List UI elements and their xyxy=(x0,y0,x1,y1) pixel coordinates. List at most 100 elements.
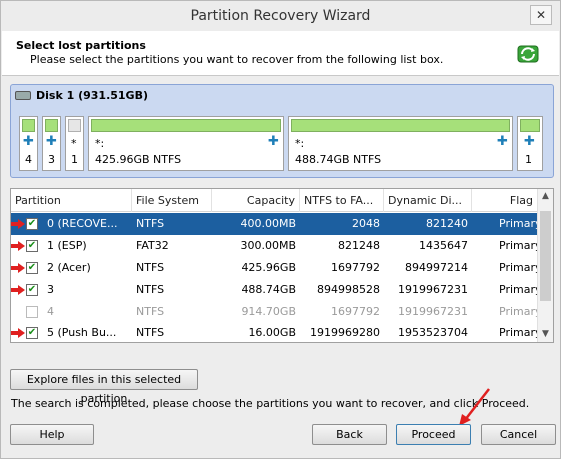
explore-files-button[interactable]: Explore files in this selected partition xyxy=(10,369,198,405)
usage-bar xyxy=(22,119,35,132)
cell-file-system: NTFS xyxy=(136,217,165,230)
partition-block-label: 4 xyxy=(25,153,32,166)
usage-bar xyxy=(91,119,281,132)
cell-ntfs-to-fat: 1697792 xyxy=(331,261,380,274)
cell-file-system: NTFS xyxy=(136,261,165,274)
cell-file-system: NTFS xyxy=(136,326,165,339)
column-header-capacity[interactable]: Capacity xyxy=(212,189,300,212)
row-checkbox[interactable]: ✔ xyxy=(26,262,38,274)
cell-flag: Primary xyxy=(499,305,538,318)
table-row[interactable]: ✔ 3 NTFS 488.74GB 894998528 1919967231 P… xyxy=(11,279,538,301)
red-annotation-arrow-icon xyxy=(459,388,490,426)
scroll-down-icon[interactable]: ▼ xyxy=(538,327,553,342)
recycle-arrows-icon xyxy=(517,45,539,63)
partition-block-label: 425.96GB NTFS xyxy=(95,153,182,166)
red-arrow-icon xyxy=(11,285,25,295)
cancel-button[interactable]: Cancel xyxy=(481,424,556,445)
back-button[interactable]: Back xyxy=(312,424,387,445)
cell-dynamic-disk: 821240 xyxy=(426,217,468,230)
scroll-up-icon[interactable]: ▲ xyxy=(538,189,553,204)
cell-file-system: FAT32 xyxy=(136,239,169,252)
cell-flag: Primary xyxy=(499,217,538,230)
header-heading: Select lost partitions xyxy=(16,39,146,52)
disk-partition-block[interactable]: ✚ 3 xyxy=(42,116,61,171)
row-checkbox[interactable]: ✔ xyxy=(26,240,38,252)
cell-ntfs-to-fat: 1697792 xyxy=(331,305,380,318)
plus-icon: ✚ xyxy=(23,134,34,149)
cell-ntfs-to-fat: 2048 xyxy=(352,217,380,230)
column-header-ntfs-to-fat[interactable]: NTFS to FA... xyxy=(300,189,384,212)
proceed-button[interactable]: Proceed xyxy=(396,424,471,445)
partition-block-star: *: xyxy=(95,137,105,150)
red-arrow-icon xyxy=(11,241,25,251)
row-checkbox[interactable]: ✔ xyxy=(26,284,38,296)
plus-icon: ✚ xyxy=(268,134,279,149)
cell-file-system: NTFS xyxy=(136,305,165,318)
status-message: The search is completed, please choose t… xyxy=(11,397,530,410)
cell-dynamic-disk: 1953523704 xyxy=(398,326,468,339)
help-button[interactable]: Help xyxy=(10,424,94,445)
plus-icon: ✚ xyxy=(497,134,508,149)
title-bar: Partition Recovery Wizard ✕ xyxy=(1,1,560,31)
window-title: Partition Recovery Wizard xyxy=(190,8,371,24)
disk-partition-block[interactable]: ✚ 4 xyxy=(19,116,38,171)
cell-dynamic-disk: 894997214 xyxy=(405,261,468,274)
disk-partition-block[interactable]: ✚ 1 xyxy=(517,116,543,171)
cell-capacity: 914.70GB xyxy=(241,305,296,318)
table-row[interactable]: ✔ 2 (Acer) NTFS 425.96GB 1697792 8949972… xyxy=(11,257,538,279)
vertical-scrollbar[interactable]: ▲ ▼ xyxy=(537,189,553,342)
cell-flag: Primary xyxy=(499,283,538,296)
usage-bar xyxy=(291,119,510,132)
table-header: Partition File System Capacity NTFS to F… xyxy=(11,189,538,212)
disk-title: Disk 1 (931.51GB) xyxy=(15,89,148,102)
disk-map-panel: Disk 1 (931.51GB) ✚ 4 ✚ 3 * 1 *: ✚ 425.9… xyxy=(10,84,554,178)
red-arrow-icon xyxy=(11,328,25,338)
cell-dynamic-disk: 1919967231 xyxy=(398,283,468,296)
cell-partition: 5 (Push Bu... xyxy=(47,326,117,339)
row-checkbox[interactable]: ✔ xyxy=(26,218,38,230)
cell-capacity: 16.00GB xyxy=(248,326,296,339)
partition-block-label: 3 xyxy=(48,153,55,166)
usage-bar xyxy=(45,119,58,132)
scroll-thumb[interactable] xyxy=(540,211,551,301)
column-header-flag[interactable]: Flag xyxy=(472,189,538,212)
cell-dynamic-disk: 1435647 xyxy=(419,239,468,252)
cell-capacity: 425.96GB xyxy=(241,261,296,274)
disk-title-label: Disk 1 (931.51GB) xyxy=(36,89,148,102)
disk-partition-block[interactable]: *: ✚ 425.96GB NTFS xyxy=(88,116,284,171)
usage-bar xyxy=(520,119,540,132)
partition-block-label: 1 xyxy=(71,153,78,166)
table-row[interactable]: ✔ 0 (RECOVE... NTFS 400.00MB 2048 821240… xyxy=(11,213,538,235)
cell-capacity: 488.74GB xyxy=(241,283,296,296)
table-row[interactable]: ✔ 1 (ESP) FAT32 300.00MB 821248 1435647 … xyxy=(11,235,538,257)
cell-partition: 0 (RECOVE... xyxy=(47,217,118,230)
partition-block-star: * xyxy=(71,137,77,150)
cell-flag: Primary xyxy=(499,326,538,339)
disk-partition-block[interactable]: *: ✚ 488.74GB NTFS xyxy=(288,116,513,171)
cell-flag: Primary xyxy=(499,239,538,252)
column-header-file-system[interactable]: File System xyxy=(132,189,212,212)
close-button[interactable]: ✕ xyxy=(530,5,552,25)
red-arrow-icon xyxy=(11,219,25,229)
cell-partition: 1 (ESP) xyxy=(47,239,87,252)
column-header-dynamic-disk[interactable]: Dynamic Di... xyxy=(384,189,472,212)
table-row[interactable]: ✔ 5 (Push Bu... NTFS 16.00GB 1919969280 … xyxy=(11,322,538,342)
cell-file-system: NTFS xyxy=(136,283,165,296)
cell-ntfs-to-fat: 821248 xyxy=(338,239,380,252)
cell-capacity: 300.00MB xyxy=(240,239,296,252)
cell-capacity: 400.00MB xyxy=(240,217,296,230)
header-instruction: Please select the partitions you want to… xyxy=(30,53,444,66)
cell-partition: 2 (Acer) xyxy=(47,261,91,274)
partition-block-label: 1 xyxy=(525,153,532,166)
row-checkbox[interactable]: ✔ xyxy=(26,327,38,339)
table-row[interactable]: 4 NTFS 914.70GB 1697792 1919967231 Prima… xyxy=(11,301,538,323)
wizard-header: Select lost partitions Please select the… xyxy=(2,31,559,76)
usage-bar xyxy=(68,119,81,132)
column-header-partition[interactable]: Partition xyxy=(11,189,132,212)
cell-ntfs-to-fat: 1919969280 xyxy=(310,326,380,339)
plus-icon: ✚ xyxy=(46,134,57,149)
disk-partition-block[interactable]: * 1 xyxy=(65,116,84,171)
row-checkbox[interactable] xyxy=(26,306,38,318)
hard-disk-icon xyxy=(15,91,31,100)
partition-list[interactable]: Partition File System Capacity NTFS to F… xyxy=(10,188,554,343)
